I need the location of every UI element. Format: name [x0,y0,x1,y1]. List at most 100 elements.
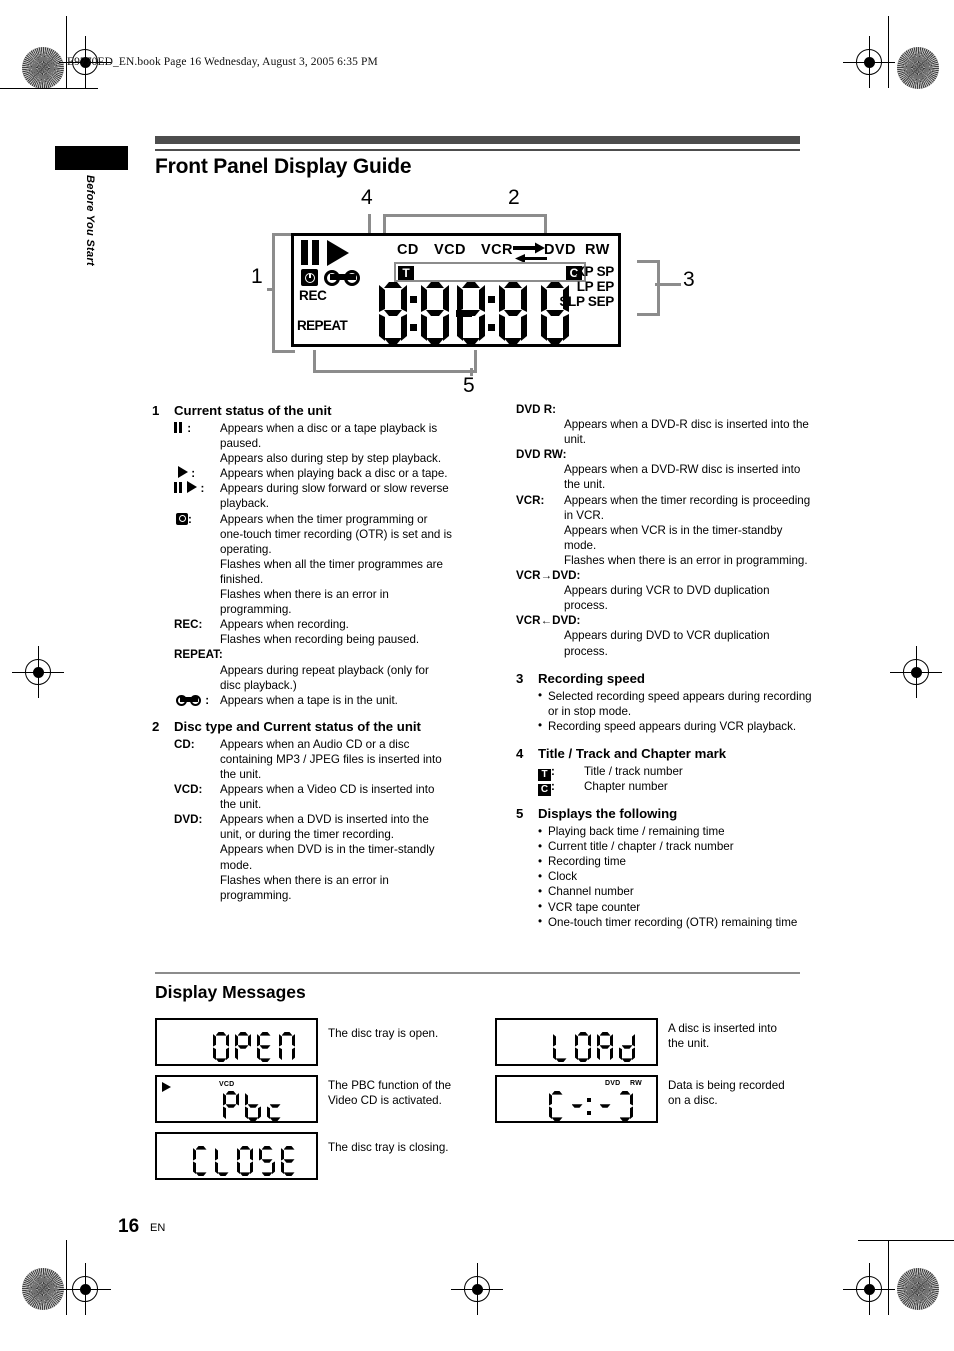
item-line: Appears when the timer recording is proc… [564,493,811,522]
front-panel-display-diagram: 4 2 1 3 5 REC REPEAT CD VCD VCR DVD RW T… [155,186,800,401]
section-1: 1 Current status of the unit : Appears w… [152,402,452,708]
term-separator: : [188,512,192,526]
crop-line-right-bottom [888,1240,889,1315]
pause-icon [174,482,184,494]
list-item: REC: Appears when recording. Flashes whe… [152,617,452,647]
item-line: Appears when recording. [220,618,349,632]
section-4-title: Title / Track and Chapter mark [538,745,727,761]
item-line: Flashes when recording being paused. [220,633,420,647]
arrow-right-icon [513,242,547,263]
item-line: Flashes when there is an error in progra… [220,873,389,902]
list-item: DVD R: Appears when a DVD-R disc is inse… [516,402,816,447]
seg-char [619,1032,635,1062]
document-page: E9770ED_EN.book Page 16 Wednesday, Augus… [0,0,954,1351]
chapter-mark-icon: C [538,783,551,796]
display-messages-rule [155,972,800,974]
section-2: 2 Disc type and Current status of the un… [152,718,452,903]
moire-target-bottom-right [897,1268,939,1310]
section-2-continued: DVD R: Appears when a DVD-R disc is inse… [516,402,816,659]
term-vcd: VCD: [174,783,203,797]
section-5: 5 Displays the following Playing back ti… [516,805,816,930]
section-1-heading: 1 Current status of the unit [152,402,452,420]
seg-char [281,1146,297,1176]
message-description: The disc tray is closing. [328,1141,449,1154]
crop-line-bottom-horizontal [858,1240,954,1241]
repeat-indicator: REPEAT [297,318,348,333]
item-line: Appears when a Video CD is inserted into… [220,783,435,812]
colon [587,1091,591,1121]
seven-segment-display [380,282,580,344]
item-line: Appears when a DVD-RW disc is inserted i… [564,463,801,492]
term-vcr-to-dvd: VCR→DVD: [516,569,581,583]
section-1-number: 1 [152,403,160,418]
marker-cd: CD [397,242,419,258]
section-3-title: Recording speed [538,670,645,686]
item-line: Appears when a DVD-R disc is inserted in… [564,418,809,447]
seg-char [597,1032,613,1062]
list-item: VCR: Appears when the timer recording is… [516,493,816,568]
list-item: : Appears when the timer programming or … [152,512,452,618]
term-separator: : [188,467,196,481]
section-5-number: 5 [516,806,524,822]
registration-mark-bottom-center [451,1263,503,1315]
mini-lcd-open [155,1018,318,1066]
section-5-bullet-list: Playing back time / remaining time Curre… [516,824,816,930]
print-header-text: E9770ED_EN.book Page 16 Wednesday, Augus… [67,56,378,68]
marker-vcr: VCR [481,242,513,258]
crop-line-top-horizontal [0,88,98,89]
indicator-rw: RW [630,1080,642,1087]
digit-1 [380,282,406,344]
display-messages-right-column: A disc is inserted into the unit. DVD RW… [495,1018,795,1132]
title-chapter-bar: T C [394,262,586,282]
item-line: Chapter number [584,779,668,793]
page-title: Front Panel Display Guide [155,155,412,178]
item-line: Flashes when there is an error in progra… [220,588,389,617]
indicator-vcd: VCD [219,1081,235,1088]
item-line: Appears when VCR is in the timer-standby… [564,523,783,552]
moire-target-top-left [22,47,64,89]
seg-char [213,1032,229,1062]
seg-char [279,1032,295,1062]
message-description: Data is being recorded on a disc. [668,1079,785,1108]
list-item: One-touch timer recording (OTR) remainin… [538,914,816,930]
play-icon [187,481,198,494]
item-line: Appears also during step by step playbac… [220,452,442,466]
seg-char [259,1146,275,1176]
colon-2 [488,282,495,344]
item-line: Appears when a disc or a tape playback i… [220,422,438,451]
item-line: Appears during VCR to DVD duplication pr… [564,584,770,613]
item-line: Appears when a DVD is inserted into the … [220,813,429,842]
pause-icon [301,240,323,265]
callout-4: 4 [361,186,373,209]
display-messages-left-column: The disc tray is open. VCD The PBC funct… [155,1018,455,1189]
section-2-number: 2 [152,718,160,734]
left-column: 1 Current status of the unit : Appears w… [152,402,452,903]
list-item: Recording speed appears during VCR playb… [538,718,816,734]
list-item: VCR→DVD: Appears during VCR to DVD dupli… [516,568,816,613]
mini-lcd-close [155,1132,318,1180]
mini-lcd-load [495,1018,658,1066]
section-3-bullet-list: Selected recording speed appears during … [516,688,816,734]
term-vcr-from-dvd: VCR←DVD: [516,614,581,628]
page-number: 16 [118,1216,140,1237]
item-line: Appears when DVD is in the timer-standly… [220,843,435,872]
callout-5: 5 [463,374,475,397]
term-separator: : [202,693,210,707]
callout-1: 1 [251,265,263,288]
term-separator: : [184,422,192,435]
message-description: The disc tray is open. [328,1027,439,1040]
clock-icon [176,512,188,525]
section-2-heading: 2 Disc type and Current status of the un… [152,718,452,736]
bracket-3 [637,260,660,316]
seg-char [569,1091,585,1121]
seg-char [617,1091,633,1121]
play-icon [178,466,188,479]
list-item: The disc tray is open. [155,1018,455,1066]
list-item: VCD: Appears when a Video CD is inserted… [152,782,452,812]
seg-char [193,1146,209,1176]
tape-icon [176,694,202,706]
item-line: Flashes when there is an error in progra… [564,553,808,567]
seg-char [215,1146,231,1176]
duplication-arrows [513,242,547,264]
list-item: DVD: Appears when a DVD is inserted into… [152,812,452,903]
